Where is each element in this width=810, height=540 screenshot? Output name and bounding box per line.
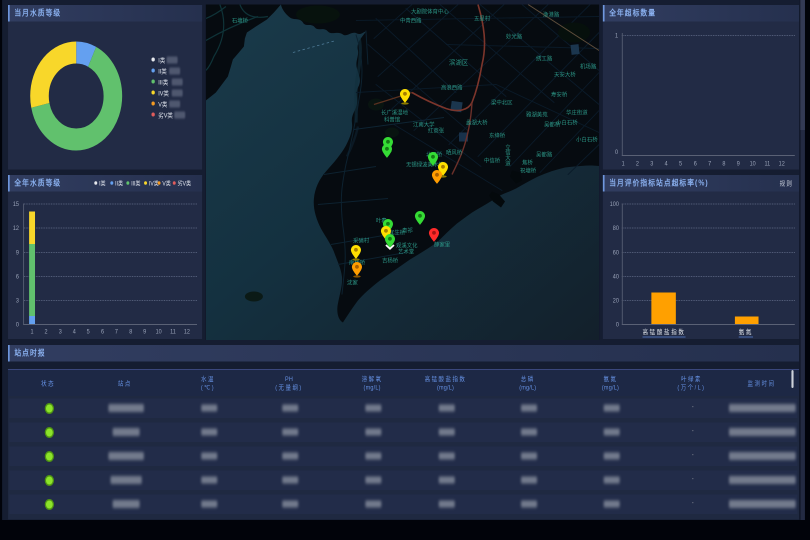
svg-text:寿安桥: 寿安桥: [551, 91, 568, 99]
svg-text:中青西路: 中青西路: [400, 17, 422, 25]
svg-text:长广溪湿地: 长广溪湿地: [381, 109, 409, 117]
svg-text:立信大道: 立信大道: [504, 143, 511, 167]
svg-text:天安大桥: 天安大桥: [554, 71, 576, 79]
svg-text:妙光路: 妙光路: [506, 33, 523, 41]
svg-text:梁中北区: 梁中北区: [491, 99, 513, 107]
svg-text:江南大学: 江南大学: [413, 121, 435, 129]
svg-text:蠡湖大桥: 蠡湖大桥: [466, 119, 488, 127]
svg-text:小白石桥: 小白石桥: [576, 136, 598, 144]
svg-text:高浪西路: 高浪西路: [441, 84, 463, 92]
svg-text:绣工路: 绣工路: [536, 55, 553, 63]
svg-text:石塘桥: 石塘桥: [232, 17, 249, 25]
svg-text:渔港路: 渔港路: [543, 11, 560, 19]
svg-text:滨湖区: 滨湖区: [449, 58, 469, 67]
svg-text:东绛桥: 东绛桥: [489, 132, 506, 140]
svg-text:沈家: 沈家: [347, 279, 358, 287]
svg-text:晒风桥: 晒风桥: [446, 149, 463, 157]
svg-text:中信桥: 中信桥: [484, 157, 501, 165]
svg-text:雅湖美苑: 雅湖美苑: [526, 111, 548, 119]
svg-text:焦桥: 焦桥: [522, 159, 533, 167]
svg-text:祝塘桥: 祝塘桥: [520, 167, 537, 175]
svg-text:观溪文化: 观溪文化: [396, 242, 418, 250]
svg-text:五星村: 五星村: [474, 15, 491, 23]
svg-text:华庄街道: 华庄街道: [566, 109, 588, 117]
svg-text:大剧院体育中心: 大剧院体育中心: [411, 8, 449, 16]
svg-text:青祁: 青祁: [402, 227, 413, 235]
svg-text:科普馆: 科普馆: [384, 116, 401, 124]
svg-text:吉杨桥: 吉杨桥: [382, 257, 399, 265]
svg-text:吴都桥: 吴都桥: [544, 121, 561, 129]
svg-text:采硝村: 采硝村: [353, 237, 370, 245]
svg-text:薛家里: 薛家里: [434, 241, 451, 249]
svg-text:艺术堂: 艺术堂: [398, 248, 415, 256]
svg-text:吴都路: 吴都路: [536, 151, 553, 159]
svg-text:机场路: 机场路: [580, 63, 597, 71]
